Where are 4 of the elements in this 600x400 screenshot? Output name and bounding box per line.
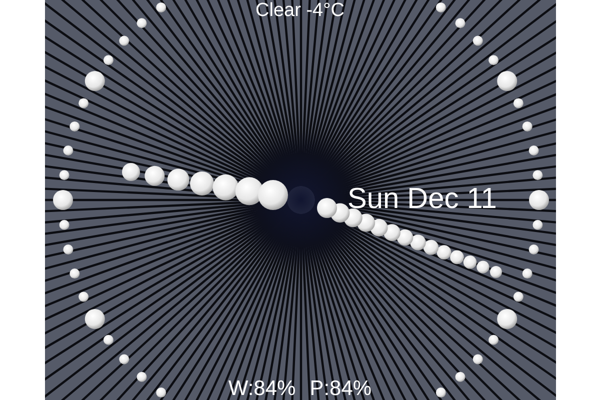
date-text: Sun Dec 11 [348,182,497,216]
weather-text: Clear -4°C [254,0,346,23]
watch-battery-text: W:84% [228,376,296,400]
phone-battery-text: P:84% [310,376,372,400]
